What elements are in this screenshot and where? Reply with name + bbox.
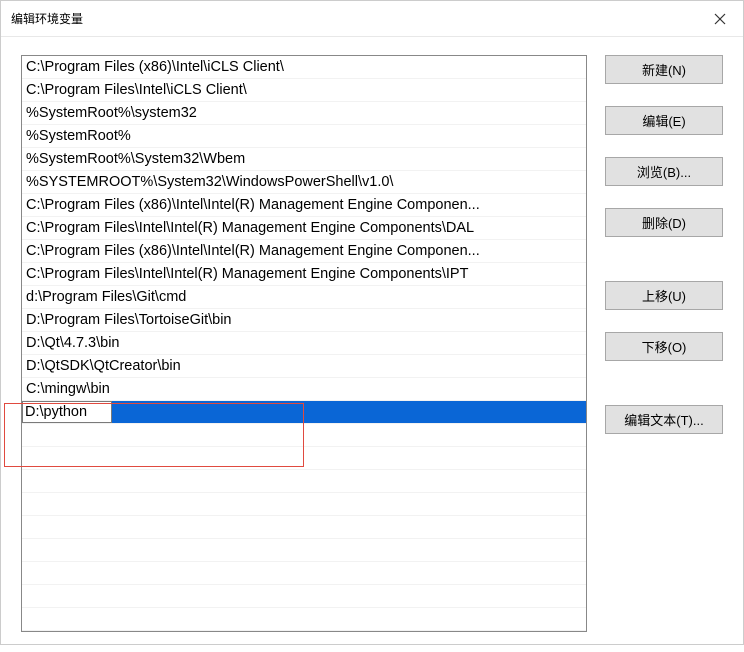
list-item[interactable]: D:\Qt\4.7.3\bin bbox=[22, 332, 586, 355]
empty-row bbox=[22, 608, 586, 631]
empty-row bbox=[22, 516, 586, 539]
empty-row bbox=[22, 585, 586, 608]
edittext-button[interactable]: 编辑文本(T)... bbox=[605, 405, 723, 434]
empty-row bbox=[22, 447, 586, 470]
list-item[interactable]: D:\QtSDK\QtCreator\bin bbox=[22, 355, 586, 378]
empty-row bbox=[22, 493, 586, 516]
list-item[interactable]: C:\Program Files\Intel\Intel(R) Manageme… bbox=[22, 263, 586, 286]
list-item[interactable]: d:\Program Files\Git\cmd bbox=[22, 286, 586, 309]
list-item[interactable]: C:\Program Files\Intel\iCLS Client\ bbox=[22, 79, 586, 102]
list-item[interactable]: %SystemRoot%\system32 bbox=[22, 102, 586, 125]
close-icon bbox=[714, 13, 726, 25]
titlebar: 编辑环境变量 bbox=[1, 1, 743, 37]
list-item[interactable]: %SystemRoot%\System32\Wbem bbox=[22, 148, 586, 171]
window-title: 编辑环境变量 bbox=[11, 10, 83, 27]
list-item[interactable]: C:\Program Files (x86)\Intel\iCLS Client… bbox=[22, 56, 586, 79]
browse-button[interactable]: 浏览(B)... bbox=[605, 157, 723, 186]
new-button[interactable]: 新建(N) bbox=[605, 55, 723, 84]
moveup-button[interactable]: 上移(U) bbox=[605, 281, 723, 310]
empty-row bbox=[22, 424, 586, 447]
dialog-content: C:\Program Files (x86)\Intel\iCLS Client… bbox=[1, 37, 743, 652]
close-button[interactable] bbox=[697, 1, 743, 37]
selection-highlight bbox=[112, 401, 586, 423]
list-item-editing[interactable] bbox=[22, 401, 586, 424]
movedown-button[interactable]: 下移(O) bbox=[605, 332, 723, 361]
list-item[interactable]: C:\mingw\bin bbox=[22, 378, 586, 401]
dialog-window: 编辑环境变量 C:\Program Files (x86)\Intel\iCLS… bbox=[0, 0, 744, 645]
list-item[interactable]: D:\Program Files\TortoiseGit\bin bbox=[22, 309, 586, 332]
list-container: C:\Program Files (x86)\Intel\iCLS Client… bbox=[21, 55, 587, 632]
list-item[interactable]: C:\Program Files (x86)\Intel\Intel(R) Ma… bbox=[22, 240, 586, 263]
edit-button[interactable]: 编辑(E) bbox=[605, 106, 723, 135]
list-item[interactable]: %SYSTEMROOT%\System32\WindowsPowerShell\… bbox=[22, 171, 586, 194]
delete-button[interactable]: 删除(D) bbox=[605, 208, 723, 237]
empty-row bbox=[22, 539, 586, 562]
empty-row bbox=[22, 562, 586, 585]
button-column: 新建(N) 编辑(E) 浏览(B)... 删除(D) 上移(U) 下移(O) 编… bbox=[605, 55, 723, 632]
list-inner: C:\Program Files (x86)\Intel\iCLS Client… bbox=[22, 56, 586, 631]
path-edit-input[interactable] bbox=[22, 401, 112, 423]
list-item[interactable]: %SystemRoot% bbox=[22, 125, 586, 148]
path-listbox[interactable]: C:\Program Files (x86)\Intel\iCLS Client… bbox=[21, 55, 587, 632]
list-item[interactable]: C:\Program Files (x86)\Intel\Intel(R) Ma… bbox=[22, 194, 586, 217]
empty-row bbox=[22, 470, 586, 493]
list-item[interactable]: C:\Program Files\Intel\Intel(R) Manageme… bbox=[22, 217, 586, 240]
